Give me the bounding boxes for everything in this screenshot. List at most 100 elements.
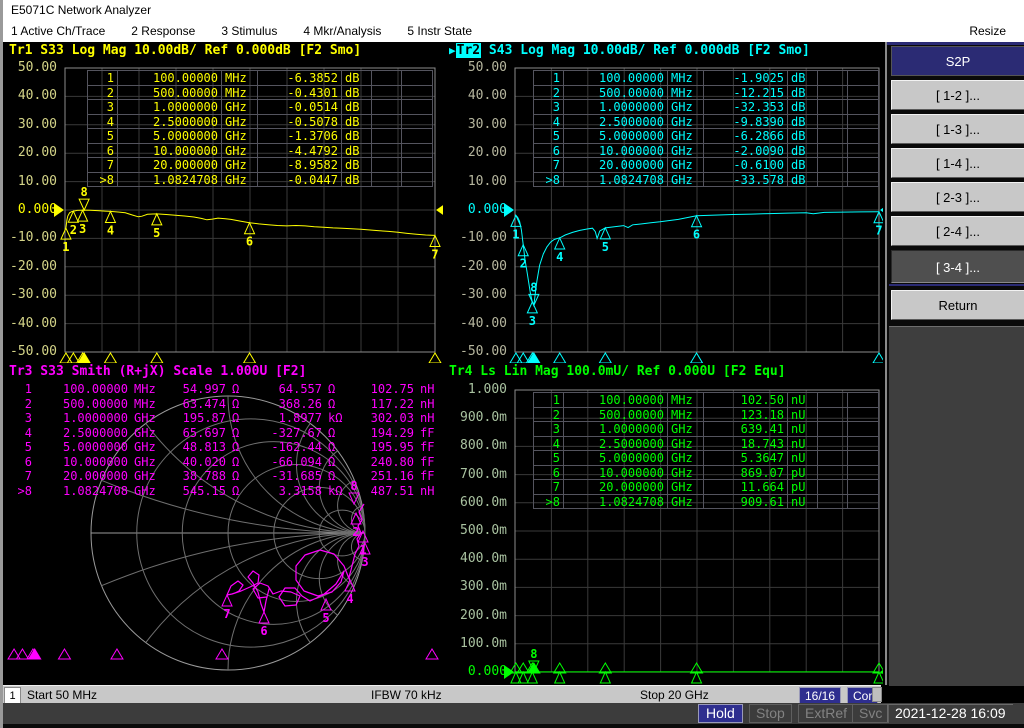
stop-frequency: Stop 20 GHz <box>640 688 709 702</box>
marker-icon <box>104 210 117 223</box>
marker-icon <box>526 300 539 314</box>
value-unit: Ω <box>232 483 240 498</box>
y-tick-label: 300.0m <box>460 579 507 595</box>
marker-number: 4 <box>556 250 563 264</box>
marker-value: 869.07 <box>704 465 788 480</box>
marker-value-2 <box>818 436 848 451</box>
value-unit-2: kΩ <box>328 411 343 425</box>
frequency-unit: MHz <box>668 407 704 422</box>
menu-instr-state[interactable]: 5 Instr State <box>407 20 472 42</box>
y-tick-label: -40.00 <box>460 315 507 331</box>
marker-frequency: 10.000000 <box>62 454 128 469</box>
y-tick-label: 50.00 <box>17 60 57 75</box>
y-tick-label: 1.000 <box>467 382 507 397</box>
marker-number: 2 <box>88 85 118 100</box>
marker-value: -9.8390 <box>704 114 788 129</box>
y-tick-label: 10.00 <box>467 173 507 189</box>
sidebar-separator <box>889 284 1024 286</box>
marker-value-2: -327.67 <box>271 425 322 440</box>
marker-icon <box>526 670 539 684</box>
softkey-button-3-4[interactable]: [ 3-4 ]... <box>891 250 1024 283</box>
marker-value-2 <box>818 407 848 422</box>
value-unit-3: nH <box>420 382 435 396</box>
marker-number: 6 <box>246 235 253 249</box>
marker-number: 5 <box>24 440 32 454</box>
marker-number: 1 <box>24 382 32 396</box>
value-unit-2 <box>848 393 879 408</box>
marker-value: -2.0090 <box>704 143 788 158</box>
marker-frequency: 1.0824708 <box>564 172 668 187</box>
value-unit: Ω <box>232 425 240 440</box>
marker-frequency: 100.00000 <box>118 71 222 86</box>
marker-icon <box>553 670 566 684</box>
value-unit: dB <box>342 85 372 100</box>
value-unit: dB <box>342 114 372 129</box>
y-tick-label: 50.00 <box>467 60 507 75</box>
menu-stimulus[interactable]: 3 Stimulus <box>221 20 277 42</box>
marker-value-2 <box>818 494 848 509</box>
marker-number: 5 <box>602 684 609 685</box>
marker-number: 6 <box>260 624 267 638</box>
value-unit-2 <box>848 100 879 115</box>
value-unit: Ω <box>232 382 240 396</box>
value-unit-3: nH <box>420 411 435 425</box>
marker-frequency: 2.5000000 <box>564 114 668 129</box>
marker-frequency: 1.0824708 <box>564 494 668 509</box>
value-unit: dB <box>342 100 372 115</box>
softkey-button-2-4[interactable]: [ 2-4 ]... <box>891 216 1024 246</box>
marker-number: 1 <box>88 71 118 86</box>
marker-number: 8 <box>81 185 88 199</box>
marker-value-2: 64.557 <box>278 382 322 396</box>
marker-icon <box>599 670 612 684</box>
frequency-unit: GHz <box>668 129 704 144</box>
y-tick-label: -10.00 <box>460 230 507 246</box>
y-tick-label: 20.00 <box>467 145 507 161</box>
marker-number: 6 <box>693 684 700 685</box>
marker-number: 7 <box>534 158 564 173</box>
marker-value: 54.997 <box>182 382 226 396</box>
marker-number: 2 <box>70 223 77 237</box>
marker-tick-icon <box>872 352 883 363</box>
marker-frequency: 5.0000000 <box>62 440 128 454</box>
softkey-button-1-2[interactable]: [ 1-2 ]... <box>891 80 1024 110</box>
marker-number: 7 <box>875 684 882 685</box>
marker-icon <box>690 670 703 684</box>
y-tick-label: -50.00 <box>10 344 57 359</box>
softkey-button-2-3[interactable]: [ 2-3 ]... <box>891 182 1024 212</box>
marker-number: 6 <box>693 228 700 242</box>
y-tick-label: 700.0m <box>460 466 507 482</box>
value-unit: dB <box>342 129 372 144</box>
marker-number: >8 <box>534 494 564 509</box>
marker-number: 2 <box>534 407 564 422</box>
frequency-unit: GHz <box>668 451 704 466</box>
softkey-return-button[interactable]: Return <box>891 290 1024 320</box>
marker-value-3: 102.75 <box>370 382 414 396</box>
tr4-header[interactable]: Tr4 Ls Lin Mag 100.0mU/ Ref 0.000U [F2 E… <box>449 364 786 379</box>
marker-value-3: 117.22 <box>370 396 414 411</box>
marker-frequency: 10.000000 <box>118 143 222 158</box>
extref-indicator: ExtRef <box>798 704 855 723</box>
softkey-button-1-3[interactable]: [ 1-3 ]... <box>891 114 1024 144</box>
tr1-header[interactable]: Tr1 S33 Log Mag 10.00dB/ Ref 0.000dB [F2… <box>9 43 361 58</box>
frequency-unit: GHz <box>134 411 156 425</box>
active-marker-icon <box>78 198 90 212</box>
marker-frequency: 5.0000000 <box>564 451 668 466</box>
smith-trace-line <box>226 503 365 613</box>
frequency-unit: MHz <box>668 393 704 408</box>
menu-active-ch-trace[interactable]: 1 Active Ch/Trace <box>11 20 105 42</box>
menu-mkr-analysis[interactable]: 4 Mkr/Analysis <box>303 20 381 42</box>
tr3-header[interactable]: Tr3 S33 Smith (R+jX) Scale 1.000U [F2] <box>9 364 306 379</box>
marker-frequency: 1.0000000 <box>564 100 668 115</box>
resize-control[interactable]: Resize <box>969 20 1006 42</box>
tr2-header[interactable]: ▶Tr2 S43 Log Mag 10.00dB/ Ref 0.000dB [F… <box>449 43 810 58</box>
value-unit-2 <box>848 480 879 495</box>
frequency-unit: GHz <box>134 483 156 498</box>
y-tick-label: 200.0m <box>460 607 507 623</box>
softkey-button-1-4[interactable]: [ 1-4 ]... <box>891 148 1024 178</box>
marker-value: -33.578 <box>704 172 788 187</box>
marker-number: 3 <box>361 555 368 569</box>
marker-number: 3 <box>24 411 32 425</box>
menu-response[interactable]: 2 Response <box>131 20 195 42</box>
value-unit: dB <box>788 129 818 144</box>
y-tick-label: -40.00 <box>10 315 57 331</box>
